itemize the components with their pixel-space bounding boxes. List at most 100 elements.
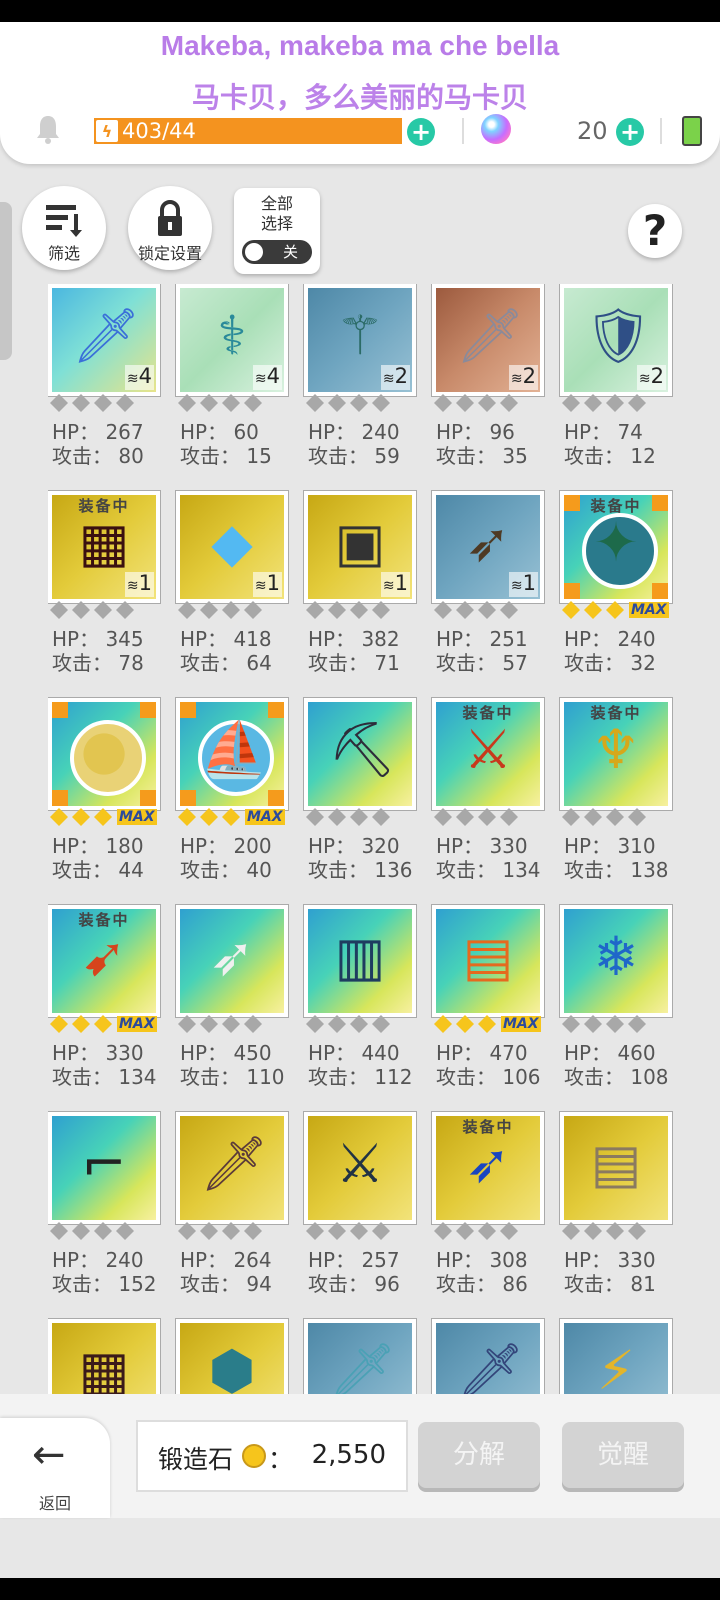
filter-button[interactable]: 筛选 xyxy=(22,186,106,270)
item-attack: 攻击： 40 xyxy=(180,858,272,882)
max-badge: MAX xyxy=(629,602,669,618)
inventory-item[interactable]: ▦ 装备中 ≋1 HP： 345 攻击： 78 xyxy=(48,490,161,698)
inventory-item[interactable]: ▤ HP： 330 攻击： 81 xyxy=(559,1111,673,1319)
item-thumbnail[interactable]: 🗡 xyxy=(431,1318,545,1394)
inventory-item[interactable]: ✦ 装备中 MAX HP： 240 攻击： 32 xyxy=(559,490,673,698)
disassemble-button[interactable]: 分解 xyxy=(418,1422,540,1488)
equipped-badge: 装备中 xyxy=(590,497,642,515)
inventory-item[interactable]: 🗡 ≋2 HP： 96 攻击： 35 xyxy=(431,284,545,491)
item-thumbnail[interactable]: ✦ 装备中 xyxy=(559,490,673,604)
item-thumbnail[interactable]: 🗡 xyxy=(303,1318,417,1394)
awaken-button[interactable]: 觉醒 xyxy=(562,1422,684,1488)
rarity-stars xyxy=(178,1013,266,1035)
item-thumbnail[interactable]: ⚔ xyxy=(303,1111,417,1225)
item-thumbnail[interactable]: ➶ 装备中 xyxy=(431,1111,545,1225)
equipped-badge: 装备中 xyxy=(462,704,514,722)
inventory-item[interactable]: ▥ HP： 440 攻击： 112 xyxy=(303,904,417,1112)
star-icon xyxy=(244,1015,262,1033)
side-drawer-handle[interactable] xyxy=(0,202,12,360)
item-attack: 攻击： 106 xyxy=(436,1065,541,1089)
inventory-item[interactable]: ➹ 装备中 MAX HP： 330 攻击： 134 xyxy=(48,904,161,1112)
item-thumbnail[interactable]: ⛵ xyxy=(175,697,289,811)
item-thumbnail[interactable]: ♆ 装备中 xyxy=(559,697,673,811)
item-thumbnail[interactable]: ▤ xyxy=(431,904,545,1018)
inventory-item[interactable]: ⚡ xyxy=(559,1318,673,1394)
inventory-item[interactable]: 🗡 xyxy=(431,1318,545,1394)
inventory-item[interactable]: ◆ ≋1 HP： 418 攻击： 64 xyxy=(175,490,289,698)
item-thumbnail[interactable]: ▦ xyxy=(48,1318,161,1394)
item-thumbnail[interactable]: ⌐ xyxy=(48,1111,161,1225)
inventory-item[interactable]: 🗡 ≋4 HP： 267 攻击： 80 xyxy=(48,284,161,491)
star-icon xyxy=(306,1222,324,1240)
item-attack: 攻击： 44 xyxy=(52,858,144,882)
add-gem-button[interactable]: + xyxy=(616,118,644,146)
gem-count: 20 xyxy=(577,117,608,145)
inventory-item[interactable]: ❄ HP： 460 攻击： 108 xyxy=(559,904,673,1112)
item-thumbnail[interactable]: ⬢ xyxy=(175,1318,289,1394)
item-thumbnail[interactable]: 🗡 ≋2 xyxy=(431,284,545,397)
item-thumbnail[interactable]: ⛏ xyxy=(303,697,417,811)
select-all-toggle[interactable]: 关 xyxy=(242,240,312,264)
item-thumbnail[interactable]: ⚚ ≋2 xyxy=(303,284,417,397)
item-thumbnail[interactable]: ➹ 装备中 xyxy=(48,904,161,1018)
inventory-item[interactable]: ➶ HP： 450 攻击： 110 xyxy=(175,904,289,1112)
item-quantity: ≋4 xyxy=(252,365,282,390)
item-thumbnail[interactable]: ▥ xyxy=(303,904,417,1018)
bell-icon[interactable] xyxy=(34,114,62,144)
item-thumbnail[interactable]: ▦ 装备中 ≋1 xyxy=(48,490,161,604)
item-thumbnail[interactable]: ⚡ xyxy=(559,1318,673,1394)
inventory-item[interactable]: ● MAX HP： 180 攻击： 44 xyxy=(48,697,161,905)
add-energy-button[interactable]: + xyxy=(407,118,435,146)
inventory-item[interactable]: ⚔ HP： 257 攻击： 96 xyxy=(303,1111,417,1319)
help-button[interactable]: ? xyxy=(628,204,682,258)
inventory-item[interactable]: ⚔ 装备中 HP： 330 攻击： 134 xyxy=(431,697,545,905)
inventory-item[interactable]: ⌐ HP： 240 攻击： 152 xyxy=(48,1111,161,1319)
item-attack: 攻击： 108 xyxy=(564,1065,669,1089)
inventory-grid-inner: 🗡 ≋4 HP： 267 攻击： 80 ⚕ ≋4 HP： 60 攻击： 15 ⚚ ≋2 HP： 24… xyxy=(48,284,688,1394)
lock-settings-button[interactable]: 锁定设置 xyxy=(128,186,212,270)
item-thumbnail[interactable]: ▣ ≋1 xyxy=(303,490,417,604)
item-thumbnail[interactable]: ⚕ ≋4 xyxy=(175,284,289,397)
rarity-stars xyxy=(562,1013,650,1035)
star-icon xyxy=(200,1015,218,1033)
inventory-item[interactable]: ▣ ≋1 HP： 382 攻击： 71 xyxy=(303,490,417,698)
device-icon: ▣ xyxy=(334,511,386,574)
item-thumbnail[interactable]: ⚔ 装备中 xyxy=(431,697,545,811)
item-attack: 攻击： 134 xyxy=(52,1065,157,1089)
star-icon xyxy=(178,1015,196,1033)
inventory-item[interactable]: ⛵ MAX HP： 200 攻击： 40 xyxy=(175,697,289,905)
item-thumbnail[interactable]: 🗡 xyxy=(175,1111,289,1225)
rarity-stars xyxy=(434,599,522,621)
back-button[interactable]: ← 返回 xyxy=(0,1418,110,1518)
star-icon xyxy=(350,1222,368,1240)
inventory-item[interactable]: ➶ ≋1 HP： 251 攻击： 57 xyxy=(431,490,545,698)
corner-accent xyxy=(268,790,284,806)
item-thumbnail[interactable]: ❄ xyxy=(559,904,673,1018)
inventory-item[interactable]: ♆ 装备中 HP： 310 攻击： 138 xyxy=(559,697,673,905)
inventory-item[interactable]: 🗡 HP： 264 攻击： 94 xyxy=(175,1111,289,1319)
sun-book-icon: ▤ xyxy=(462,925,514,988)
inventory-item[interactable]: ⚚ ≋2 HP： 240 攻击： 59 xyxy=(303,284,417,491)
item-thumbnail[interactable]: ◆ ≋1 xyxy=(175,490,289,604)
item-thumbnail[interactable]: 🛡 ≋2 xyxy=(559,284,673,397)
quantity-value: 1 xyxy=(394,571,408,595)
inventory-item[interactable]: ▦ xyxy=(48,1318,161,1394)
item-attack: 攻击： 15 xyxy=(180,444,272,468)
rarity-stars xyxy=(306,1013,394,1035)
star-icon xyxy=(72,601,90,619)
item-thumbnail[interactable]: 🗡 ≋4 xyxy=(48,284,161,397)
item-thumbnail[interactable]: ▤ xyxy=(559,1111,673,1225)
item-thumbnail[interactable]: ➶ ≋1 xyxy=(431,490,545,604)
inventory-item[interactable]: ⚕ ≋4 HP： 60 攻击： 15 xyxy=(175,284,289,491)
item-thumbnail[interactable]: ● xyxy=(48,697,161,811)
item-attack: 攻击： 71 xyxy=(308,651,400,675)
lightning-icon: ϟ xyxy=(96,120,118,142)
inventory-item[interactable]: ⛏ HP： 320 攻击： 136 xyxy=(303,697,417,905)
inventory-item[interactable]: 🛡 ≋2 HP： 74 攻击： 12 xyxy=(559,284,673,491)
inventory-item[interactable]: ⬢ xyxy=(175,1318,289,1394)
inventory-item[interactable]: ➶ 装备中 HP： 308 攻击： 86 xyxy=(431,1111,545,1319)
item-thumbnail[interactable]: ➶ xyxy=(175,904,289,1018)
inventory-item[interactable]: 🗡 xyxy=(303,1318,417,1394)
corner-accent xyxy=(52,702,68,718)
inventory-item[interactable]: ▤ MAX HP： 470 攻击： 106 xyxy=(431,904,545,1112)
